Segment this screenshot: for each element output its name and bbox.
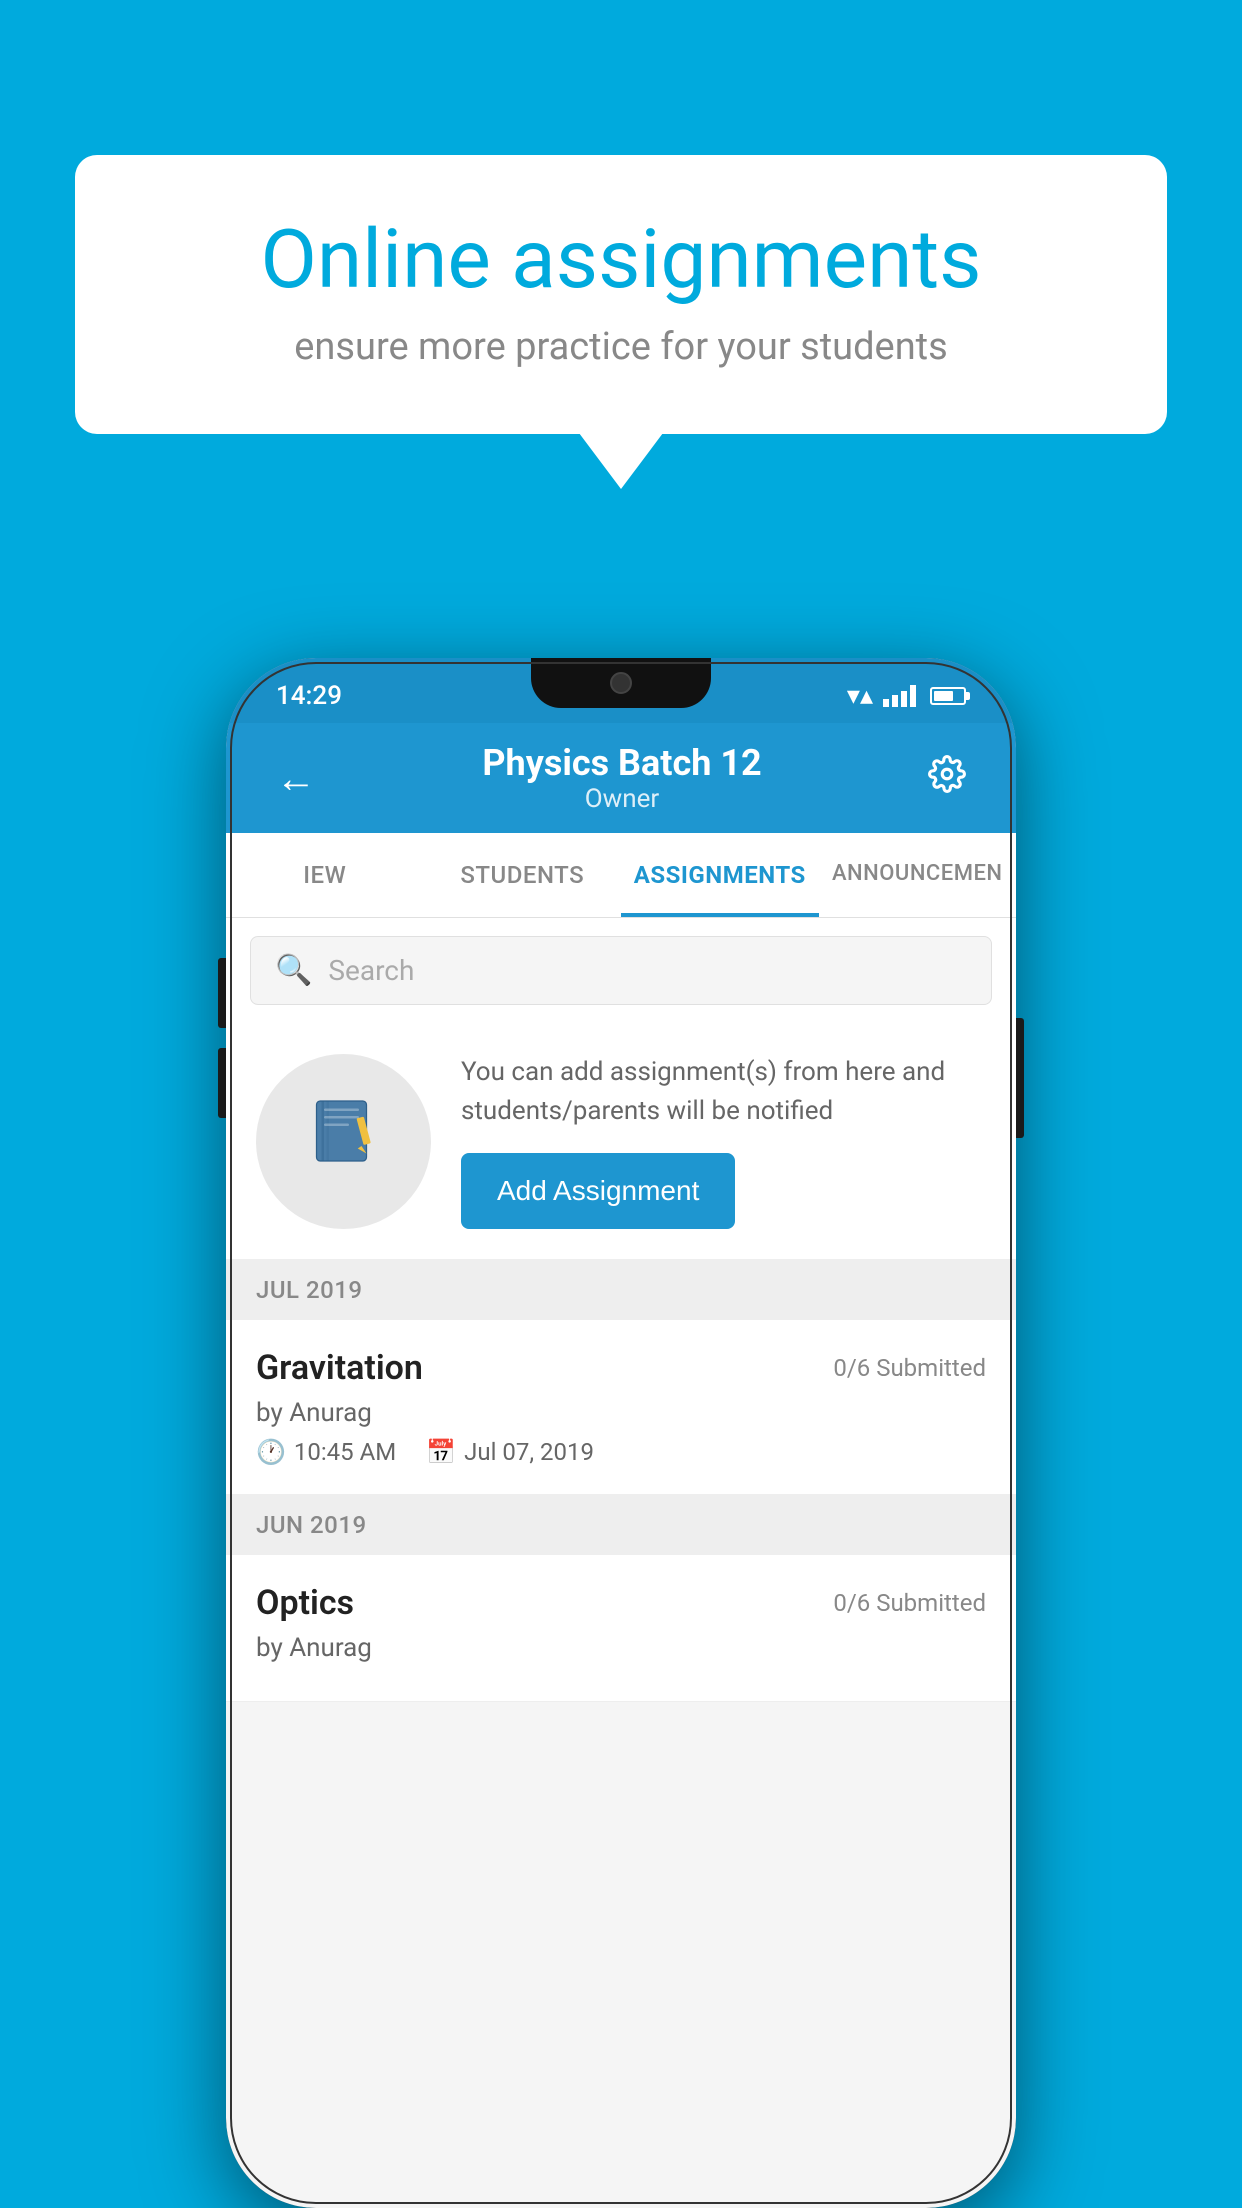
assignment-date: 📅 Jul 07, 2019 [426, 1438, 594, 1466]
app-header: ← Physics Batch 12 Owner [226, 723, 1016, 833]
tab-assignments[interactable]: ASSIGNMENTS [621, 833, 819, 917]
assignment-time: 🕐 10:45 AM [256, 1438, 396, 1466]
assignment-top-optics: Optics 0/6 Submitted [256, 1583, 986, 1623]
tabs-container: IEW STUDENTS ASSIGNMENTS ANNOUNCEMEN [226, 833, 1016, 918]
wifi-icon: ▾▴ [847, 681, 873, 711]
search-icon: 🔍 [275, 953, 312, 988]
search-container: 🔍 Search [226, 918, 1016, 1023]
batch-title: Physics Batch 12 [482, 742, 761, 784]
screen: 14:29 ▾▴ ← Phy [226, 658, 1016, 2208]
add-assignment-button[interactable]: Add Assignment [461, 1153, 735, 1229]
volume-up-button[interactable] [218, 958, 226, 1028]
camera [610, 672, 632, 694]
back-button[interactable]: ← [266, 745, 326, 812]
power-button[interactable] [1016, 1018, 1024, 1138]
calendar-icon: 📅 [426, 1438, 456, 1466]
tab-announcements[interactable]: ANNOUNCEMEN [819, 833, 1017, 917]
search-placeholder: Search [328, 954, 414, 987]
assignment-time-value: 10:45 AM [294, 1438, 396, 1466]
assignment-name-optics: Optics [256, 1583, 354, 1623]
assignment-submitted: 0/6 Submitted [833, 1354, 986, 1382]
section-jul-2019: JUL 2019 [226, 1260, 1016, 1320]
bubble-subtitle: ensure more practice for your students [145, 325, 1097, 369]
table-row[interactable]: Optics 0/6 Submitted by Anurag [226, 1555, 1016, 1702]
clock-icon: 🕐 [256, 1438, 286, 1466]
batch-owner-label: Owner [482, 784, 761, 814]
tab-students[interactable]: STUDENTS [424, 833, 622, 917]
bubble-title: Online assignments [145, 215, 1097, 305]
battery-icon [930, 687, 966, 705]
header-title-area: Physics Batch 12 Owner [482, 742, 761, 814]
speech-bubble: Online assignments ensure more practice … [75, 155, 1167, 434]
assignment-top: Gravitation 0/6 Submitted [256, 1348, 986, 1388]
tab-iew[interactable]: IEW [226, 833, 424, 917]
promo-content: You can add assignment(s) from here and … [461, 1053, 986, 1229]
status-time: 14:29 [276, 681, 342, 711]
promo-section: You can add assignment(s) from here and … [226, 1023, 1016, 1260]
assignment-by: by Anurag [256, 1398, 986, 1428]
assignment-by-optics: by Anurag [256, 1633, 986, 1663]
assignment-name: Gravitation [256, 1348, 423, 1388]
speech-bubble-container: Online assignments ensure more practice … [75, 155, 1167, 434]
volume-down-button[interactable] [218, 1048, 226, 1118]
search-bar[interactable]: 🔍 Search [250, 936, 992, 1005]
promo-icon-circle [256, 1054, 431, 1229]
promo-text: You can add assignment(s) from here and … [461, 1053, 986, 1131]
settings-button[interactable] [918, 745, 976, 812]
assignment-meta: 🕐 10:45 AM 📅 Jul 07, 2019 [256, 1438, 986, 1466]
table-row[interactable]: Gravitation 0/6 Submitted by Anurag 🕐 10… [226, 1320, 1016, 1495]
signal-icon [883, 685, 916, 707]
phone-container: 14:29 ▾▴ ← Phy [226, 658, 1016, 2208]
status-icons: ▾▴ [847, 681, 966, 711]
notch [531, 658, 711, 708]
notebook-icon [304, 1091, 384, 1191]
assignment-submitted-optics: 0/6 Submitted [833, 1589, 986, 1617]
section-jun-2019: JUN 2019 [226, 1495, 1016, 1555]
assignment-date-value: Jul 07, 2019 [464, 1438, 594, 1466]
phone-frame: 14:29 ▾▴ ← Phy [226, 658, 1016, 2208]
